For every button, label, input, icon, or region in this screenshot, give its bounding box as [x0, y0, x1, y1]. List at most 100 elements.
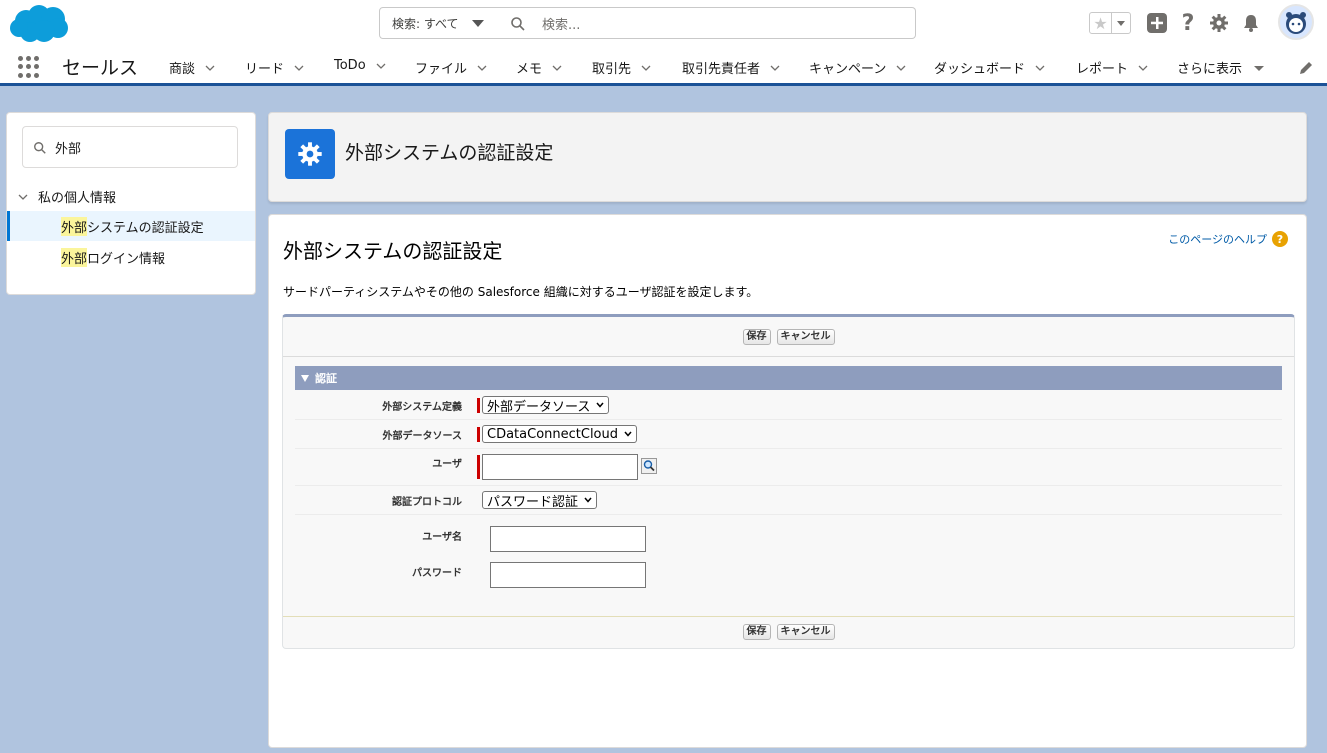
chevron-down-icon — [641, 65, 651, 71]
app-name: セールス — [62, 57, 139, 79]
salesforce-logo[interactable] — [8, 4, 70, 44]
nav-item-more[interactable]: さらに表示 — [1177, 58, 1265, 77]
cancel-button[interactable]: キャンセル — [776, 624, 835, 640]
nav-item-contacts[interactable]: 取引先責任者 — [682, 58, 780, 77]
star-icon[interactable]: ★ — [1090, 13, 1112, 33]
password-input[interactable] — [490, 562, 646, 588]
user-avatar[interactable] — [1278, 4, 1314, 40]
setup-gear-icon — [285, 129, 335, 179]
chevron-down-icon — [477, 65, 487, 71]
help-link[interactable]: このページのヘルプ ? — [1168, 231, 1288, 247]
page-title: 外部システムの認証設定 — [283, 239, 503, 263]
top-button-row: 保存 キャンセル — [283, 329, 1294, 345]
help-icon[interactable]: ? — [1177, 11, 1199, 36]
nav-item-files[interactable]: ファイル — [415, 58, 487, 77]
cancel-button[interactable]: キャンセル — [776, 329, 835, 345]
nav-item-dashboards[interactable]: ダッシュボード — [934, 58, 1045, 77]
chevron-down-icon — [1138, 65, 1148, 71]
form-row: パスワード — [295, 551, 1282, 591]
save-button[interactable]: 保存 — [742, 329, 771, 345]
nav-item-accounts[interactable]: 取引先 — [592, 58, 651, 77]
caret-down-icon — [472, 20, 484, 27]
nav-item-leads[interactable]: リード — [245, 58, 304, 77]
favorites-dropdown-icon[interactable] — [1112, 13, 1130, 33]
main-content: 外部システムの認証設定 このページのヘルプ ? サードパーティシステムやその他の… — [268, 214, 1307, 748]
setup-sidebar: 外部 私の個人情報 外部 システムの認証設定 外部 ログイン情報 — [6, 112, 256, 295]
chevron-down-icon — [770, 65, 780, 71]
system-definition-select[interactable]: 外部データソース — [482, 396, 610, 415]
tree-node-personal-info[interactable]: 私の個人情報 — [17, 187, 116, 206]
search-icon — [511, 17, 525, 31]
field-label: ユーザ — [432, 459, 462, 470]
auth-protocol-select[interactable]: パスワード認証 — [482, 491, 598, 510]
add-icon[interactable] — [1146, 12, 1168, 34]
auth-form-block: 保存 キャンセル 認証 外部システム定義 外部データソース 外部データソース C… — [282, 314, 1295, 649]
quick-find-input[interactable]: 外部 — [22, 126, 238, 168]
form-row: 外部システム定義 外部データソース — [295, 390, 1282, 420]
search-highlight: 外部 — [61, 247, 88, 267]
nav-item-campaigns[interactable]: キャンペーン — [809, 58, 906, 77]
tree-item-label: システムの認証設定 — [87, 220, 204, 236]
chevron-down-icon — [205, 65, 215, 71]
field-label: 認証プロトコル — [392, 497, 462, 508]
field-label: 外部データソース — [382, 431, 463, 442]
app-launcher-icon[interactable] — [18, 56, 40, 78]
field-label: 外部システム定義 — [382, 402, 462, 413]
username-input[interactable] — [490, 526, 646, 552]
chevron-down-icon — [376, 63, 386, 69]
divider — [283, 616, 1294, 617]
divider — [283, 356, 1294, 357]
search-scope-label: 検索: すべて — [392, 16, 459, 31]
page-header-card: 外部システムの認証設定 — [268, 112, 1307, 202]
chevron-down-icon — [552, 65, 562, 71]
nav-item-todo[interactable]: ToDo — [334, 58, 386, 73]
app-nav-bar: セールス 商談 リード ToDo ファイル メモ 取引先 取引先責任者 キャンペ… — [0, 46, 1327, 86]
field-label: ユーザ名 — [422, 532, 462, 543]
tree-item-external-auth[interactable]: 外部 システムの認証設定 — [7, 211, 255, 241]
chevron-down-icon — [624, 431, 632, 437]
help-link-label[interactable]: このページのヘルプ — [1168, 231, 1267, 247]
nav-item-notes[interactable]: メモ — [516, 58, 562, 77]
section-header-auth[interactable]: 認証 — [295, 366, 1282, 390]
tree-item-label: ログイン情報 — [87, 251, 166, 267]
help-question-icon[interactable]: ? — [1272, 231, 1288, 247]
tree-node-label: 私の個人情報 — [38, 191, 117, 206]
search-scope-select[interactable]: 検索: すべて — [379, 7, 495, 39]
required-indicator — [477, 455, 480, 479]
form-row: ユーザ名 — [295, 515, 1282, 552]
chevron-down-icon — [584, 497, 592, 503]
collapse-triangle-icon[interactable] — [301, 374, 309, 382]
caret-down-icon — [1254, 65, 1265, 71]
global-header: 検索: すべて 検索... ★ ? — [0, 0, 1327, 46]
chevron-down-icon — [896, 65, 906, 71]
nav-item-opportunities[interactable]: 商談 — [169, 58, 215, 77]
section-title: 認証 — [315, 372, 337, 385]
search-highlight: 外部 — [61, 216, 88, 236]
tree-item-external-login[interactable]: 外部 ログイン情報 — [7, 242, 255, 272]
search-icon — [34, 142, 46, 154]
global-search-input[interactable]: 検索... — [494, 7, 916, 39]
form-row: ユーザ — [295, 449, 1282, 486]
bottom-button-row: 保存 キャンセル — [283, 624, 1294, 640]
chevron-down-icon[interactable] — [17, 191, 29, 203]
pencil-icon[interactable] — [1298, 60, 1314, 76]
required-indicator — [477, 427, 480, 442]
form-row: 外部データソース CDataConnectCloud — [295, 420, 1282, 449]
data-source-select[interactable]: CDataConnectCloud — [482, 425, 638, 443]
chevron-down-icon — [596, 402, 604, 408]
page-header-title: 外部システムの認証設定 — [345, 142, 554, 164]
page-description: サードパーティシステムやその他の Salesforce 組織に対するユーザ認証を… — [283, 285, 759, 299]
save-button[interactable]: 保存 — [742, 624, 771, 640]
field-label: パスワード — [412, 568, 462, 579]
quick-find-value: 外部 — [55, 141, 82, 157]
gear-icon[interactable] — [1208, 12, 1230, 34]
bell-icon[interactable] — [1240, 12, 1262, 34]
lookup-magnifier-icon[interactable] — [641, 458, 657, 474]
favorites-button[interactable]: ★ — [1089, 12, 1131, 34]
form-row: 認証プロトコル パスワード認証 — [295, 486, 1282, 515]
chevron-down-icon — [1035, 65, 1045, 71]
nav-item-reports[interactable]: レポート — [1076, 58, 1148, 77]
required-indicator — [477, 398, 480, 413]
user-lookup-input[interactable] — [482, 454, 638, 480]
chevron-down-icon — [294, 65, 304, 71]
